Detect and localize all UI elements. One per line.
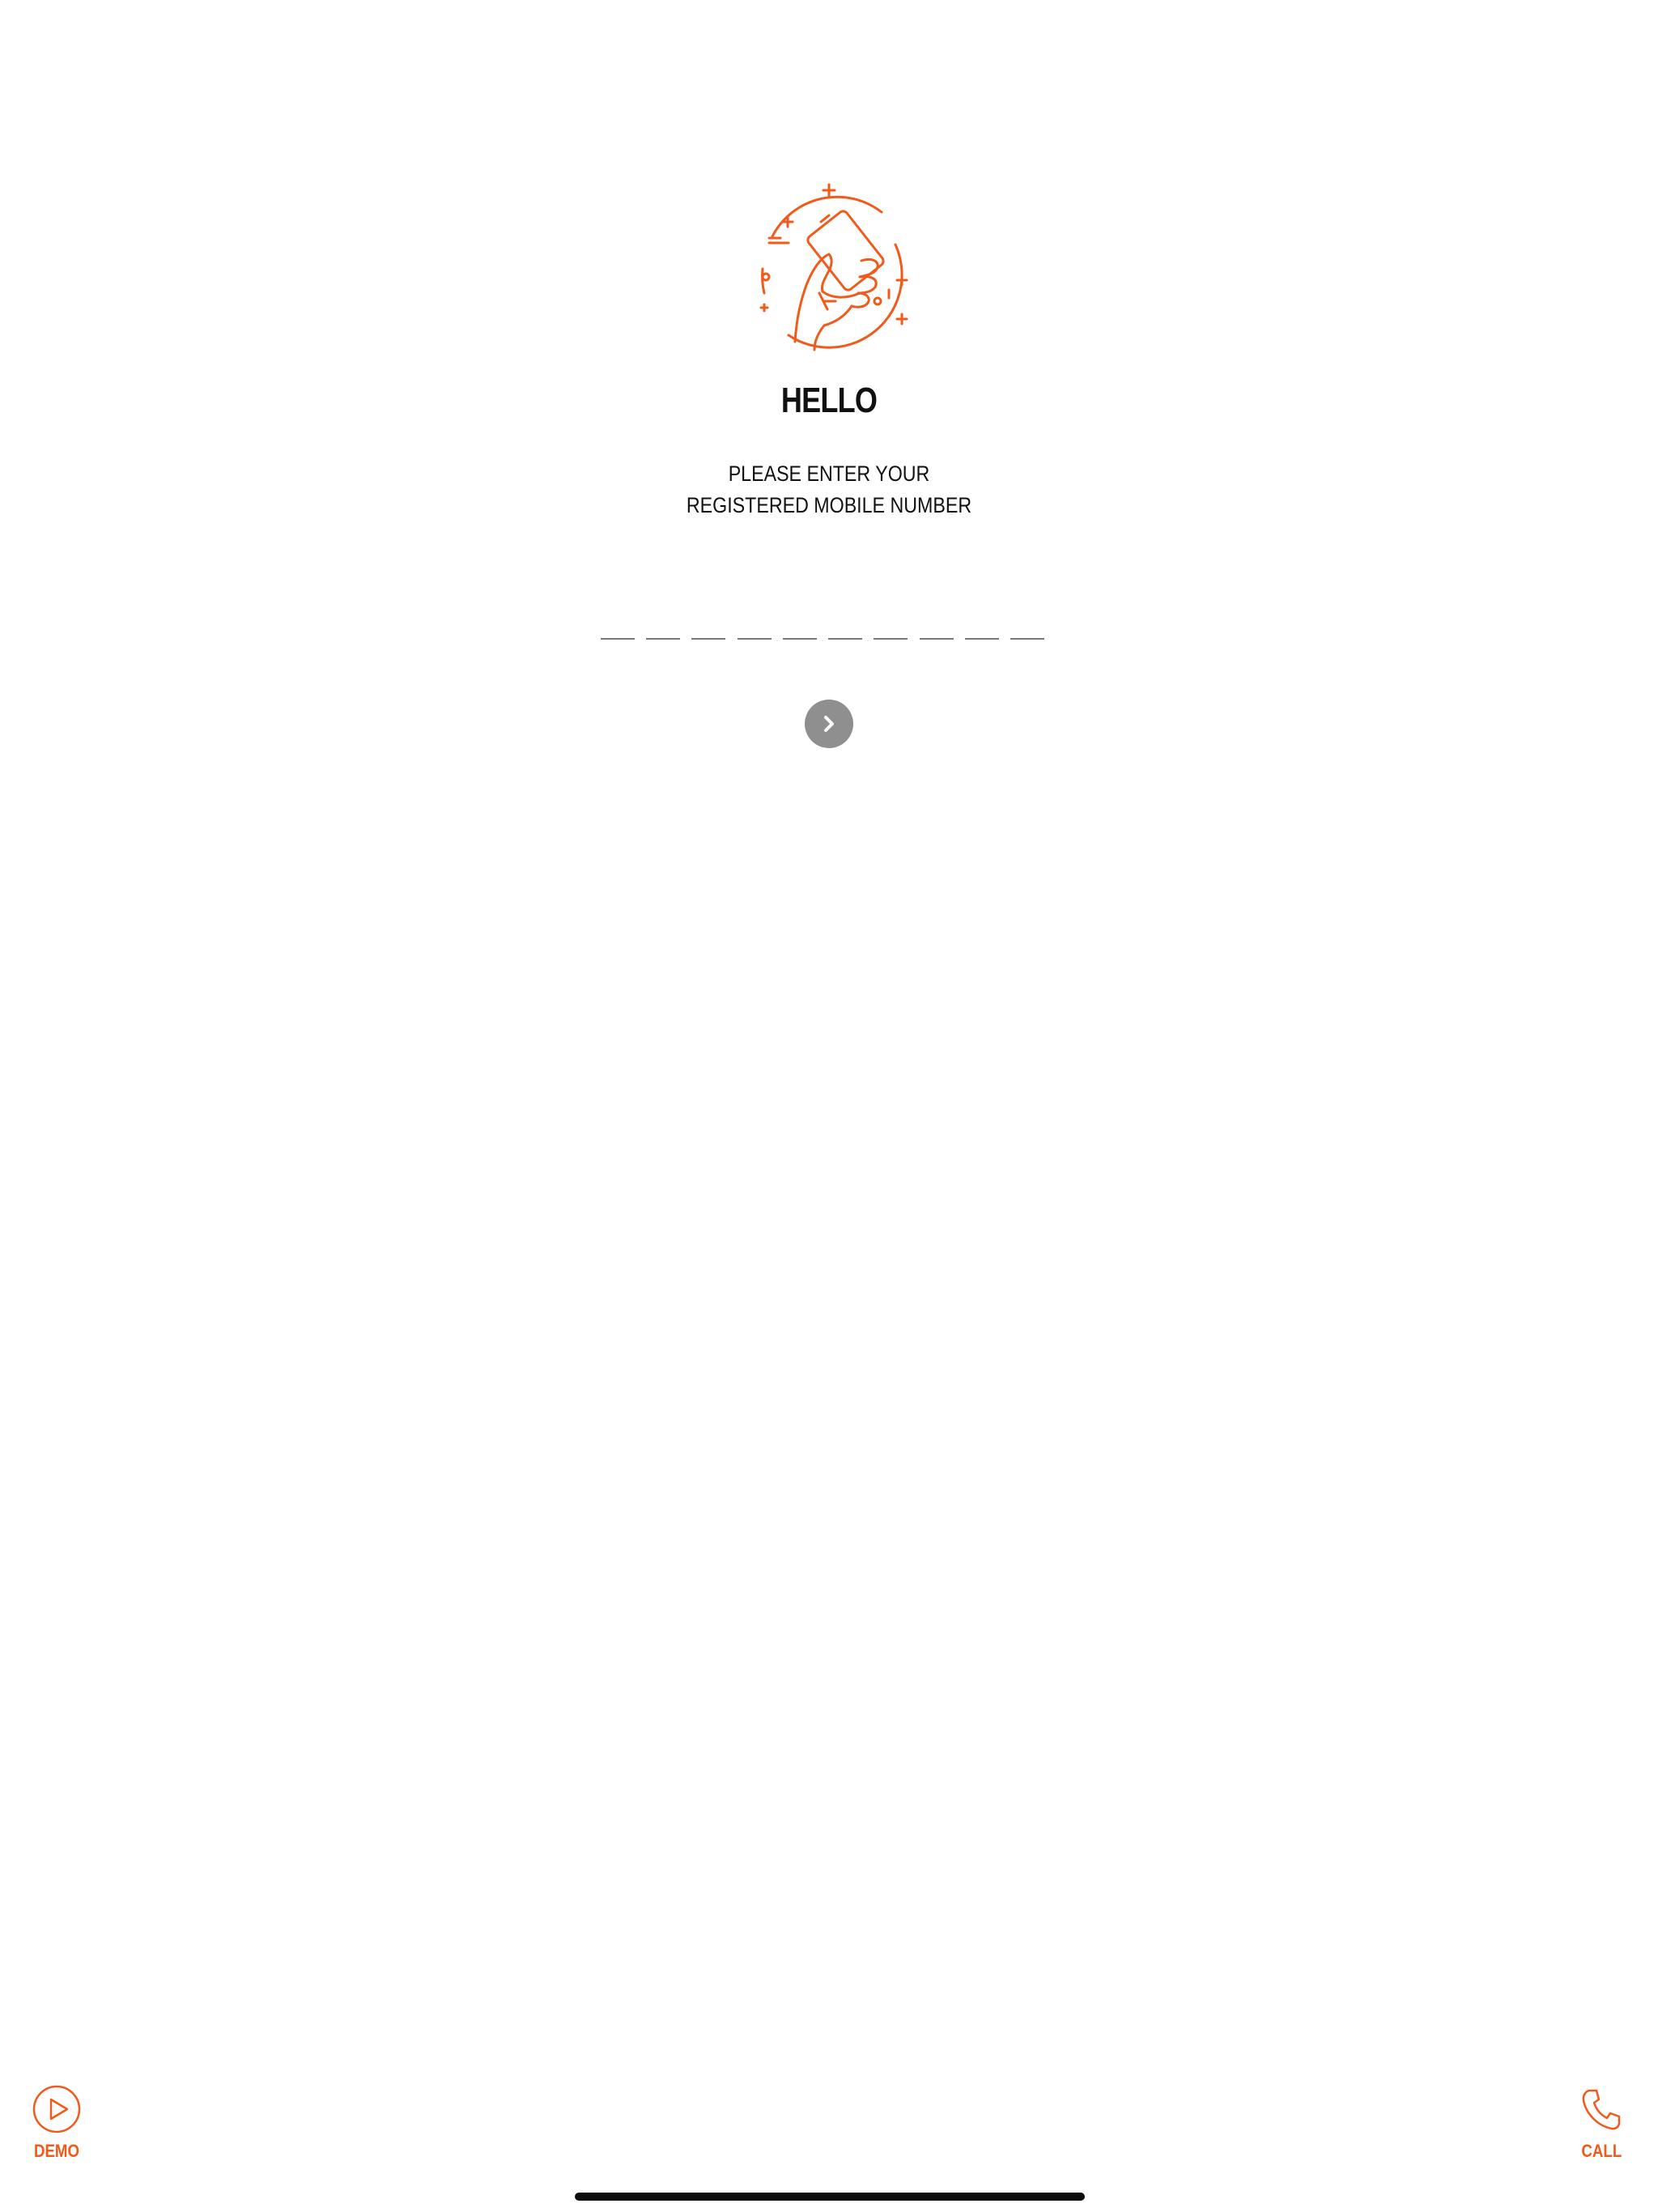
instruction-line-1: PLEASE ENTER YOUR bbox=[728, 462, 930, 486]
digit-slot-6[interactable] bbox=[828, 623, 863, 640]
instruction-text: PLEASE ENTER YOUR REGISTERED MOBILE NUMB… bbox=[116, 458, 1541, 521]
play-circle-icon bbox=[32, 2084, 82, 2134]
page-title: HELLO bbox=[780, 381, 878, 420]
digit-slot-5[interactable] bbox=[782, 623, 817, 640]
digit-slot-9[interactable] bbox=[964, 623, 999, 640]
chevron-right-icon bbox=[818, 713, 840, 734]
next-button[interactable] bbox=[805, 700, 853, 748]
demo-label: DEMO bbox=[33, 2141, 80, 2161]
digit-slot-7[interactable] bbox=[874, 623, 908, 640]
digit-slot-1[interactable] bbox=[601, 623, 635, 640]
digit-slot-3[interactable] bbox=[691, 623, 726, 640]
instruction-line-2: REGISTERED MOBILE NUMBER bbox=[686, 493, 972, 517]
digit-slot-8[interactable] bbox=[919, 623, 954, 640]
digit-slot-4[interactable] bbox=[737, 623, 772, 640]
call-button[interactable]: CALL bbox=[1569, 2084, 1634, 2162]
phone-icon bbox=[1576, 2084, 1626, 2134]
digit-slot-2[interactable] bbox=[646, 623, 681, 640]
home-indicator[interactable] bbox=[575, 2193, 1085, 2201]
hand-holding-phone-icon bbox=[740, 180, 918, 355]
digit-slot-10[interactable] bbox=[1010, 623, 1044, 640]
demo-button[interactable]: DEMO bbox=[24, 2084, 89, 2162]
call-label: CALL bbox=[1581, 2141, 1622, 2161]
mobile-number-input[interactable] bbox=[601, 623, 1044, 640]
